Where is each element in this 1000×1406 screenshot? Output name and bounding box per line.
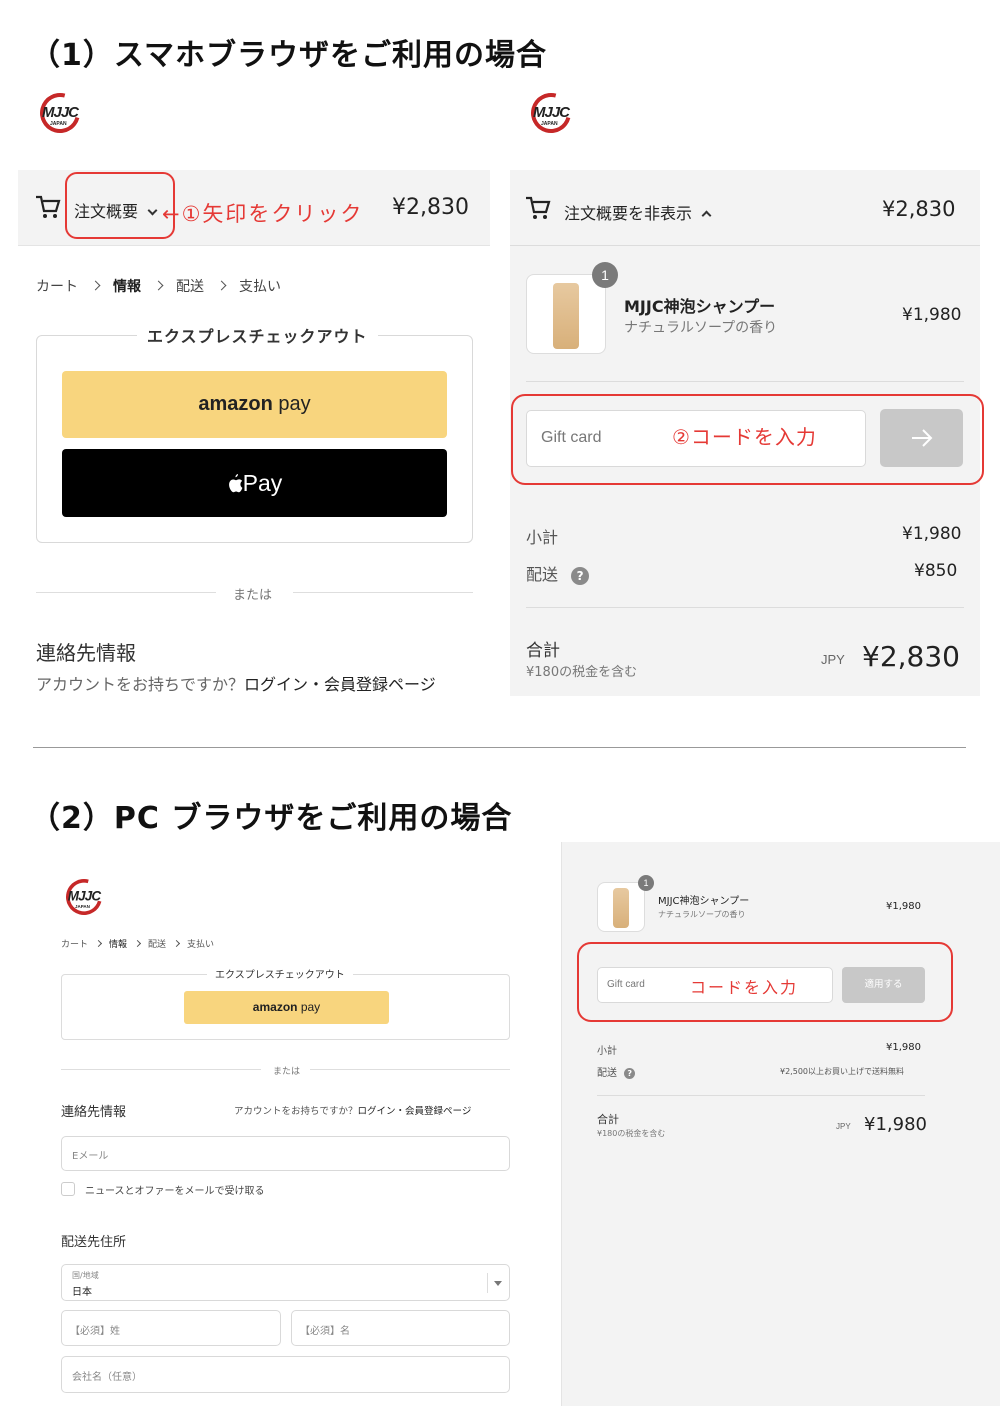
product-variant: ナチュラルソープの香り xyxy=(658,910,746,919)
help-icon[interactable]: ? xyxy=(624,1068,636,1079)
express-checkout-title: エクスプレスチェックアウト xyxy=(137,323,378,347)
country-value: 日本 xyxy=(72,1287,92,1298)
subtotal-label: 小計 xyxy=(526,528,559,547)
shipping-label: 配送 xyxy=(597,1068,617,1079)
cart-icon xyxy=(526,196,551,219)
amazon-logo: amazon xyxy=(198,393,273,415)
newsletter-checkbox[interactable] xyxy=(61,1182,75,1196)
express-checkout-title: エクスプレスチェックアウト xyxy=(207,966,353,981)
company-field[interactable]: 会社名（任意） xyxy=(61,1356,510,1393)
subtotal-label: 小計 xyxy=(597,1046,617,1057)
section1-title: （1）スマホブラウザをご利用の場合 xyxy=(30,38,547,73)
divider xyxy=(36,592,216,593)
total-label: 合計 xyxy=(597,1113,619,1126)
login-link[interactable]: ログイン・会員登録ページ xyxy=(358,1106,472,1117)
highlight-box xyxy=(511,394,984,485)
quantity-badge: 1 xyxy=(638,875,654,891)
product-name: MJJC神泡シャンプー xyxy=(658,896,750,907)
divider xyxy=(510,245,980,246)
chevron-right-icon xyxy=(90,280,101,291)
divider xyxy=(61,1069,261,1070)
annotation-click-arrow: ←①矢印をクリック xyxy=(162,202,364,226)
caret-down-icon xyxy=(494,1281,502,1286)
mjjc-logo[interactable]: MJJC JAPAN xyxy=(32,85,88,141)
total-label: 合計 xyxy=(526,641,560,661)
help-icon[interactable]: ? xyxy=(571,567,590,585)
quantity-badge: 1 xyxy=(592,262,618,288)
chevron-right-icon xyxy=(133,939,142,948)
product-price: ¥1,980 xyxy=(886,901,921,912)
or-label: または xyxy=(273,1067,301,1077)
product-thumbnail xyxy=(526,274,606,354)
tax-note: ¥180の税金を含む xyxy=(597,1129,666,1138)
subtotal-value: ¥1,980 xyxy=(902,524,962,544)
breadcrumb: カート 情報 配送 支払い xyxy=(61,937,214,950)
cart-icon xyxy=(36,195,61,218)
summary-total: ¥2,830 xyxy=(882,197,956,221)
shipping-label: 配送 xyxy=(526,565,559,584)
apple-icon xyxy=(228,474,243,493)
highlight-box xyxy=(577,942,953,1022)
mjjc-logo[interactable]: MJJC JAPAN xyxy=(523,85,579,141)
breadcrumb-payment: 支払い xyxy=(187,940,215,950)
divider xyxy=(487,1273,488,1293)
mjjc-logo[interactable]: MJJC JAPAN xyxy=(59,872,109,922)
divider xyxy=(597,1095,925,1096)
divider xyxy=(526,607,964,608)
breadcrumb-info: 情報 xyxy=(113,279,141,295)
grand-total: ¥1,980 xyxy=(864,1114,927,1135)
chevron-right-icon xyxy=(173,939,181,948)
breadcrumb: カート 情報 配送 支払い xyxy=(36,276,281,296)
chevron-right-icon xyxy=(94,939,103,948)
tax-note: ¥180の税金を含む xyxy=(526,665,638,680)
subtotal-value: ¥1,980 xyxy=(886,1042,921,1053)
login-link[interactable]: ログイン・会員登録ページ xyxy=(244,675,436,694)
shipping-row: 配送 ? xyxy=(597,1064,636,1079)
chevron-right-icon xyxy=(216,280,227,291)
breadcrumb-info: 情報 xyxy=(109,940,128,950)
shipping-value: ¥850 xyxy=(914,561,958,581)
divider xyxy=(526,381,964,382)
product-name: MJJC神泡シャンプー xyxy=(624,297,776,316)
or-label: または xyxy=(233,588,273,603)
chevron-up-icon xyxy=(701,210,712,221)
breadcrumb-shipping: 配送 xyxy=(176,279,204,295)
currency-code: JPY xyxy=(821,652,845,667)
email-field[interactable]: Eメール xyxy=(61,1136,510,1171)
section-separator xyxy=(33,747,966,748)
contact-title: 連絡先情報 xyxy=(36,641,136,665)
amazon-pay-button[interactable]: amazon pay xyxy=(62,371,447,438)
section2-title: （2）PC ブラウザをご利用の場合 xyxy=(30,801,513,836)
apple-pay-button[interactable]: Pay xyxy=(62,449,447,517)
grand-total: ¥2,830 xyxy=(862,640,960,673)
contact-title: 連絡先情報 xyxy=(61,1105,127,1120)
last-name-field[interactable]: 【必須】姓 xyxy=(61,1310,281,1346)
country-label: 国/地域 xyxy=(72,1271,99,1280)
summary-total: ¥2,830 xyxy=(392,195,469,220)
breadcrumb-cart[interactable]: カート xyxy=(36,279,78,295)
shipping-address-title: 配送先住所 xyxy=(61,1235,127,1250)
account-prompt: アカウントをお持ちですか？ログイン・会員登録ページ xyxy=(36,675,436,694)
account-prompt: アカウントをお持ちですか？ログイン・会員登録ページ xyxy=(234,1106,472,1117)
amazon-logo: amazon xyxy=(252,1000,298,1014)
newsletter-label: ニュースとオファーをメールで受け取る xyxy=(85,1186,265,1197)
breadcrumb-payment: 支払い xyxy=(239,279,281,295)
breadcrumb-shipping: 配送 xyxy=(148,940,167,950)
amazon-pay-button[interactable]: amazon pay xyxy=(184,991,389,1024)
divider xyxy=(293,592,473,593)
hide-summary-label: 注文概要を非表示 xyxy=(564,204,693,223)
chevron-right-icon xyxy=(153,280,164,291)
breadcrumb-cart[interactable]: カート xyxy=(61,940,88,950)
hide-order-summary-toggle[interactable]: 注文概要を非表示 xyxy=(564,200,712,224)
product-variant: ナチュラルソープの香り xyxy=(624,320,778,336)
product-price: ¥1,980 xyxy=(902,305,962,325)
highlight-box xyxy=(65,172,175,239)
shipping-note: ¥2,500以上お買い上げで送料無料 xyxy=(780,1067,904,1076)
country-select[interactable]: 国/地域 日本 xyxy=(61,1264,510,1301)
divider xyxy=(310,1069,510,1070)
first-name-field[interactable]: 【必須】名 xyxy=(291,1310,510,1346)
currency-code: JPY xyxy=(836,1122,851,1131)
product-thumbnail xyxy=(597,882,645,932)
shipping-row: 配送 ? xyxy=(526,561,590,585)
